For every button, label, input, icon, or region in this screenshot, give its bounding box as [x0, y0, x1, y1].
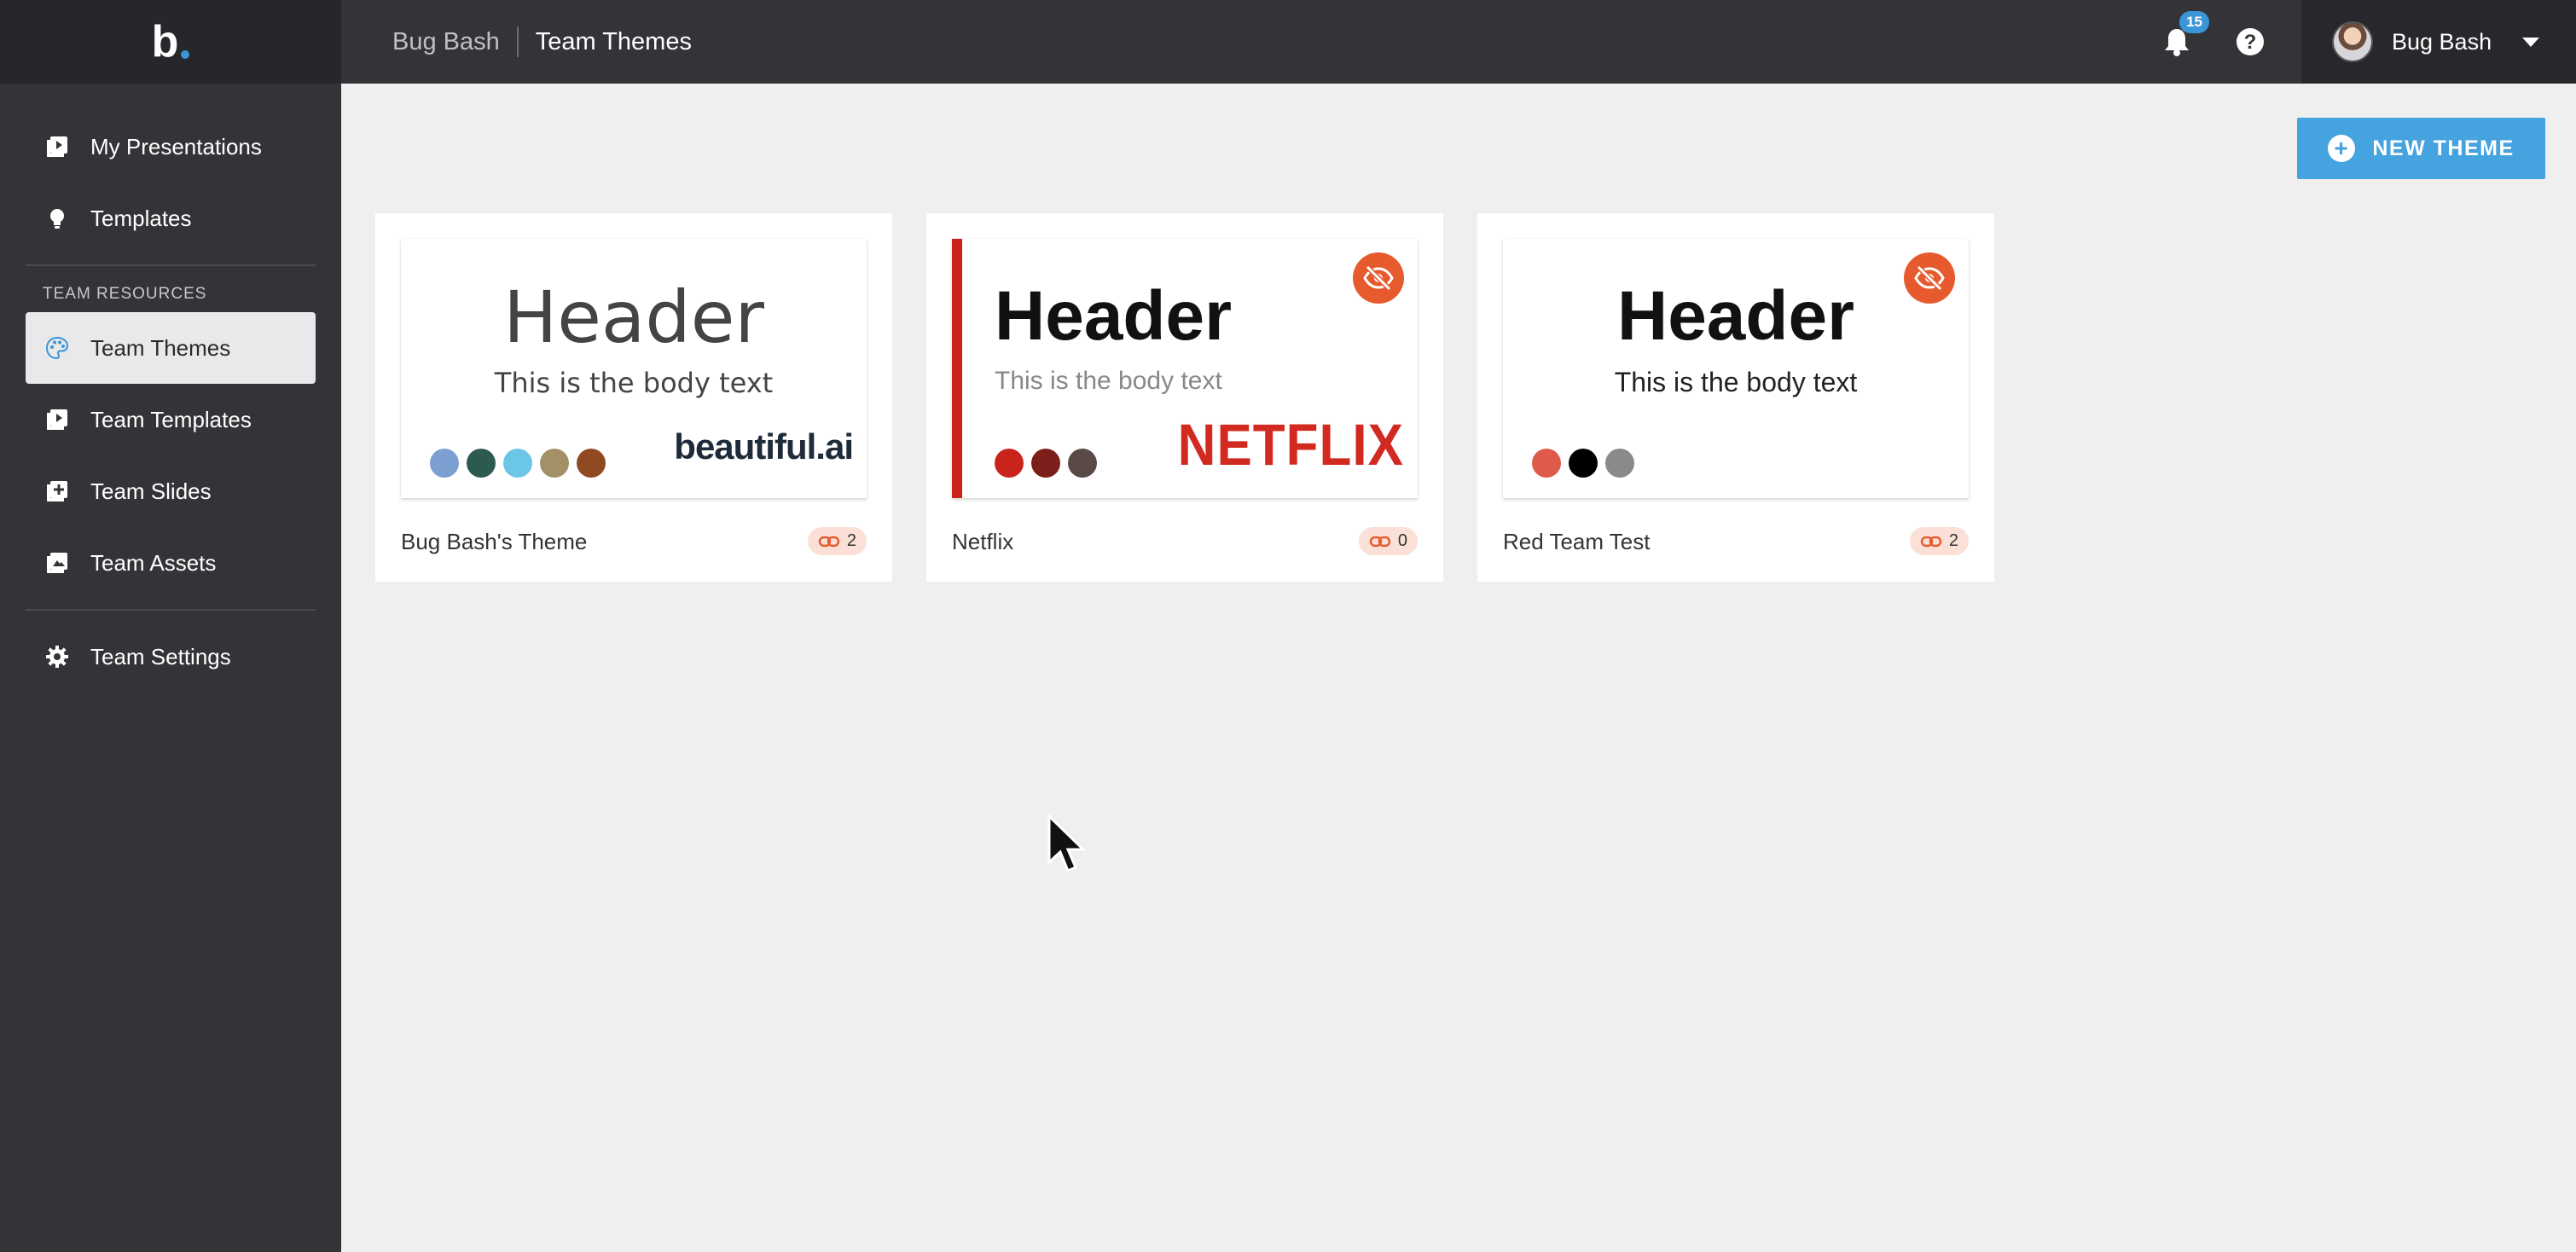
sidebar-item-label: Team Themes — [90, 334, 231, 361]
new-theme-label: NEW THEME — [2372, 136, 2515, 160]
gear-icon — [44, 644, 70, 669]
sidebar-item-templates[interactable]: Templates — [26, 183, 316, 254]
color-swatches — [995, 449, 1105, 478]
sidebar-item-label: Team Settings — [90, 643, 231, 669]
color-swatches — [1532, 449, 1642, 478]
theme-preview[interactable]: Header This is the body text NETFLIX — [952, 239, 1418, 498]
sidebar-item-team-themes[interactable]: Team Themes — [26, 312, 316, 384]
logo-letter: b — [151, 17, 179, 67]
sidebar-item-team-templates[interactable]: Team Templates — [26, 384, 316, 455]
preview-body: This is the body text — [1614, 367, 1858, 397]
theme-preview[interactable]: Header This is the body text — [1503, 239, 1969, 498]
sidebar-item-label: Team Templates — [90, 406, 252, 432]
help-button[interactable]: ? — [2233, 25, 2267, 59]
sidebar-item-my-presentations[interactable]: My Presentations — [26, 111, 316, 183]
sidebar: b My Presentations Templates TEAM RESOUR… — [0, 0, 341, 1252]
avatar — [2332, 21, 2373, 62]
usage-count: 2 — [1948, 531, 1958, 550]
logo-dot — [181, 50, 190, 59]
preview-header: Header — [503, 275, 764, 359]
sidebar-item-label: Team Assets — [90, 549, 217, 576]
swatch — [1569, 449, 1598, 478]
sidebar-item-label: My Presentations — [90, 133, 262, 159]
usage-badge[interactable]: 2 — [1909, 527, 1969, 555]
preview-header: Header — [995, 277, 1233, 355]
hidden-theme-button[interactable] — [1353, 252, 1404, 304]
breadcrumb: Bug Bash Team Themes — [392, 26, 692, 57]
user-name: Bug Bash — [2392, 28, 2492, 55]
section-label-team-resources: TEAM RESOURCES — [43, 285, 207, 303]
hidden-theme-button[interactable] — [1904, 252, 1955, 304]
breadcrumb-root[interactable]: Bug Bash — [392, 28, 500, 56]
help-icon: ? — [2237, 28, 2264, 55]
link-icon — [818, 536, 840, 547]
user-menu[interactable]: Bug Bash — [2301, 0, 2576, 84]
usage-badge[interactable]: 0 — [1358, 527, 1418, 555]
sidebar-item-team-settings[interactable]: Team Settings — [26, 621, 316, 693]
theme-name: Red Team Test — [1503, 529, 1651, 554]
sidebar-item-team-assets[interactable]: Team Assets — [26, 527, 316, 599]
plus-icon: + — [2328, 135, 2356, 162]
swatch — [467, 449, 496, 478]
preview-header: Header — [1616, 277, 1855, 355]
usage-badge[interactable]: 2 — [807, 527, 867, 555]
top-right-controls: 15 ? Bug Bash — [2158, 0, 2576, 84]
swatch — [503, 449, 532, 478]
link-icon — [1369, 536, 1391, 547]
palette-icon — [44, 335, 70, 361]
sidebar-item-label: Templates — [90, 205, 192, 231]
theme-card-netflix[interactable]: Header This is the body text NETFLIX Net… — [926, 213, 1443, 582]
swatch — [1068, 449, 1097, 478]
add-slide-icon — [44, 478, 70, 504]
preview-body: This is the body text — [995, 367, 1222, 395]
sidebar-divider — [26, 609, 316, 611]
theme-logo: beautiful.ai — [674, 426, 854, 467]
sidebar-item-label: Team Slides — [90, 478, 212, 504]
sidebar-item-team-slides[interactable]: Team Slides — [26, 455, 316, 527]
swatch — [995, 449, 1024, 478]
usage-count: 0 — [1397, 531, 1407, 550]
usage-count: 2 — [846, 531, 856, 550]
link-icon — [1920, 536, 1942, 547]
top-bar: Bug Bash Team Themes 15 ? Bug Bash — [341, 0, 2576, 84]
presentation-icon — [44, 134, 70, 159]
sidebar-divider — [26, 264, 316, 266]
lightbulb-icon — [44, 206, 70, 231]
swatch — [1031, 449, 1060, 478]
swatch — [577, 449, 606, 478]
app-logo[interactable]: b — [152, 20, 190, 64]
eye-off-icon — [1363, 265, 1394, 291]
breadcrumb-current: Team Themes — [535, 27, 692, 55]
theme-card-red-team-test[interactable]: Header This is the body text Red Team Te… — [1477, 213, 1994, 582]
color-swatches — [430, 449, 613, 478]
sidebar-nav: My Presentations Templates TEAM RESOURCE… — [0, 84, 341, 693]
theme-preview[interactable]: Header This is the body text beautiful.a… — [401, 239, 867, 498]
image-icon — [44, 550, 70, 576]
new-theme-button[interactable]: + NEW THEME — [2297, 118, 2545, 179]
preview-body: This is the body text — [494, 367, 774, 399]
notifications-button[interactable]: 15 — [2158, 11, 2209, 61]
swatch — [540, 449, 569, 478]
chevron-down-icon — [2522, 37, 2540, 47]
swatch — [1532, 449, 1561, 478]
presentation-icon — [44, 407, 70, 432]
breadcrumb-separator — [516, 26, 519, 57]
theme-logo: NETFLIX — [1177, 413, 1404, 478]
logo-area: b — [0, 0, 341, 84]
swatch — [1605, 449, 1634, 478]
theme-name: Netflix — [952, 529, 1014, 554]
mouse-cursor-icon — [1047, 814, 1087, 872]
notification-badge: 15 — [2179, 11, 2209, 33]
theme-card-bug-bash[interactable]: Header This is the body text beautiful.a… — [375, 213, 892, 582]
eye-off-icon — [1914, 265, 1945, 291]
theme-name: Bug Bash's Theme — [401, 529, 588, 554]
svg-text:?: ? — [2244, 31, 2257, 54]
swatch — [430, 449, 459, 478]
accent-bar — [952, 239, 962, 498]
